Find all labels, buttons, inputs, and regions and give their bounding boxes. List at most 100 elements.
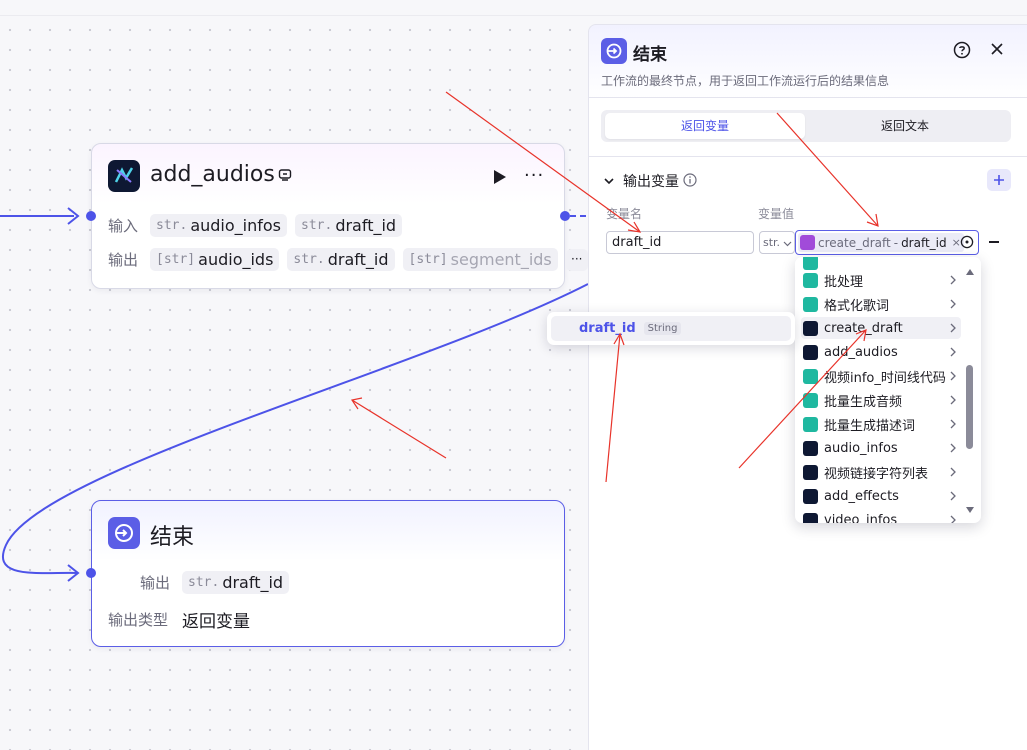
dropdown-item[interactable]: 批处理 [801, 269, 961, 291]
value-node-name: create_draft [818, 235, 891, 250]
node-end[interactable]: 结束 输出 str. draft_id 输出类型 返回变量 [91, 500, 565, 647]
plus-icon [994, 175, 1004, 185]
section-title: 输出变量 [623, 174, 679, 190]
output-tag: str. draft_id [287, 248, 395, 271]
tab-return-variable[interactable]: 返回变量 [605, 113, 805, 139]
divider [589, 156, 1027, 157]
dropdown-item[interactable]: 批量生成描述词 [801, 413, 961, 435]
variable-source-dropdown: 批处理格式化歌词 create_draft add_audios 视频info_时间线… [795, 257, 981, 523]
batch-icon [803, 272, 818, 288]
value-field-name: draft_id [901, 235, 947, 250]
end-output-row: 输出 str. draft_id [140, 571, 290, 594]
dropdown-item[interactable]: create_draft [801, 317, 961, 339]
node-title: add_audios [150, 162, 275, 187]
dropdown-item-label: add_audios [824, 344, 898, 360]
chevron-right-icon [950, 371, 956, 381]
dropdown-item-label: 批量生成描述词 [824, 418, 916, 434]
submenu-var-type: String [643, 322, 682, 335]
output-row: 输出 [str] audio_ids str. draft_id [str] segm… [108, 248, 588, 271]
variable-type-select[interactable]: str. [759, 231, 795, 254]
input-tag: str. audio_infos [150, 214, 287, 237]
submenu-var-name: draft_id [579, 321, 636, 336]
dropdown-item-label: 批量生成音频 [824, 394, 903, 410]
close-icon[interactable] [989, 41, 1005, 57]
plugin-icon [278, 169, 292, 181]
end-node-icon [601, 38, 627, 64]
annotation-arrow-head [351, 397, 363, 410]
dropdown-item[interactable]: 视频链接字符列表 [801, 461, 961, 483]
input-tag: str. draft_id [295, 214, 403, 237]
loop-icon [803, 416, 818, 432]
dropdown-item[interactable]: add_effects [801, 485, 961, 507]
loop-icon [803, 257, 818, 270]
output-type-value: 返回变量 [182, 612, 250, 632]
node-title: 结束 [150, 525, 195, 550]
output-tag: [str] audio_ids [150, 248, 280, 271]
output-type-label: 输出类型 [108, 611, 169, 629]
scrollbar[interactable] [965, 261, 975, 519]
chevron-right-icon [950, 275, 956, 285]
tab-bar: 返回变量 返回文本 [601, 110, 1011, 142]
col-header-name: 变量名 [606, 207, 643, 221]
end-node-icon [108, 517, 140, 549]
input-port[interactable] [86, 568, 96, 578]
chevron-right-icon [950, 299, 956, 309]
col-header-value: 变量值 [758, 207, 795, 221]
scroll-down-arrow[interactable] [966, 507, 974, 513]
input-label: 输入 [108, 217, 139, 235]
input-port[interactable] [86, 211, 96, 221]
code-icon [803, 368, 818, 384]
dropdown-item[interactable]: 批量生成音频 [801, 389, 961, 411]
chevron-right-icon [950, 491, 956, 501]
variable-value-picker[interactable]: create_draft - draft_id × [795, 230, 979, 255]
jianying-app-icon [803, 440, 818, 456]
dropdown-item[interactable]: add_audios [801, 341, 961, 363]
dropdown-item-label: create_draft [824, 320, 903, 336]
code-icon [803, 296, 818, 312]
jianying-app-icon [803, 512, 818, 523]
edge-arrow-end [67, 564, 80, 582]
chevron-right-icon [950, 323, 956, 333]
scroll-up-arrow[interactable] [966, 269, 974, 275]
dropdown-item-label: 格式化歌词 [824, 298, 890, 314]
dropdown-item[interactable]: video_infos [801, 509, 961, 523]
dropdown-item[interactable]: audio_infos [801, 437, 961, 459]
help-icon[interactable] [953, 41, 971, 59]
output-type-row: 输出类型 返回变量 [108, 607, 250, 632]
scroll-thumb[interactable] [966, 365, 973, 449]
add-variable-button[interactable] [987, 169, 1011, 191]
loop-icon [803, 392, 818, 408]
variable-submenu: draft_id String [547, 312, 795, 345]
variable-value-chip[interactable]: create_draft - draft_id × [798, 233, 964, 252]
dropdown-item-label: 视频info_时间线代码 [824, 370, 946, 386]
dropdown-item-label: 批处理 [824, 274, 864, 290]
edge-arrow-add-audios [67, 207, 80, 225]
variable-name-input[interactable] [606, 231, 754, 254]
submenu-item-draft-id[interactable]: draft_id String [551, 316, 791, 341]
run-play-icon[interactable] [490, 168, 508, 186]
dropdown-item-label: audio_infos [824, 440, 898, 456]
top-bar [0, 0, 1027, 16]
more-outputs-button[interactable]: ··· [565, 248, 588, 271]
node-add-audios[interactable]: add_audios ··· 输入 str. audio_infos str. dr… [91, 143, 588, 289]
panel-title: 结束 [633, 45, 667, 65]
jianying-app-icon [803, 488, 818, 504]
dropdown-item-label: 视频链接字符列表 [824, 466, 929, 482]
remove-variable-button[interactable] [989, 241, 999, 243]
chevron-right-icon [950, 443, 956, 453]
dropdown-item-label: add_effects [824, 488, 899, 504]
annotation-arrow [351, 399, 447, 459]
dropdown-item[interactable]: 视频info_时间线代码 [801, 365, 961, 387]
more-options-icon[interactable]: ··· [524, 167, 544, 185]
info-icon[interactable] [683, 173, 697, 187]
value-separator: - [893, 235, 899, 250]
chevron-down-icon[interactable] [603, 175, 615, 187]
output-port[interactable] [560, 211, 570, 221]
dropdown-item[interactable]: 格式化歌词 [801, 293, 961, 315]
target-icon[interactable] [960, 235, 974, 249]
chevron-right-icon [950, 347, 956, 357]
chevron-right-icon [950, 419, 956, 429]
dropdown-item-label: video_infos [824, 512, 898, 524]
tab-return-text[interactable]: 返回文本 [805, 113, 1005, 139]
cube-icon [800, 235, 815, 250]
